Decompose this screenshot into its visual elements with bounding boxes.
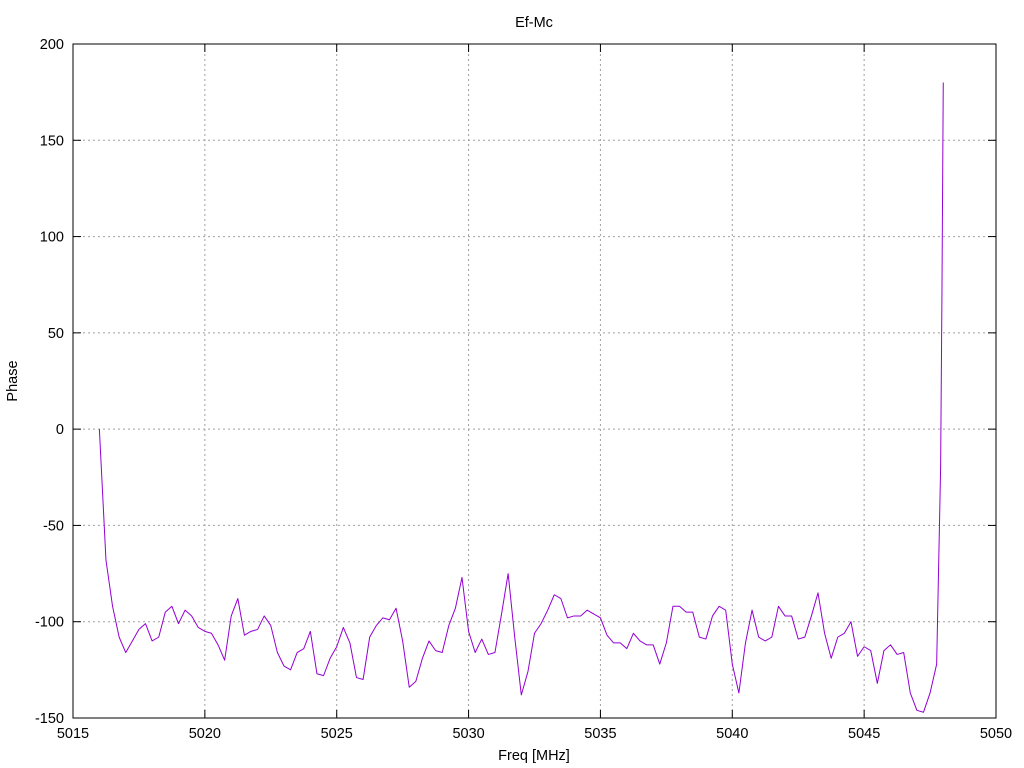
y-tick-label: -50 — [43, 518, 64, 534]
x-axis-label: Freq [MHz] — [498, 748, 570, 764]
y-tick-label: 150 — [40, 133, 64, 149]
x-tick-label: 5040 — [716, 726, 748, 742]
series-layer — [98, 82, 944, 713]
grid-lines — [73, 44, 996, 718]
y-tick-label: -100 — [35, 615, 64, 631]
x-tick-label: 5020 — [189, 726, 221, 742]
y-axis-label: Phase — [5, 360, 21, 401]
y-tick-label: 50 — [48, 326, 64, 342]
x-tick-label: 5015 — [57, 726, 89, 742]
line-chart: 5015 5020 5025 5030 5035 5040 5045 5050 -150 -100… — [5, 15, 1012, 764]
x-tick-label: 5045 — [848, 726, 880, 742]
series-line — [98, 82, 944, 713]
chart-title: Ef-Mc — [515, 15, 553, 31]
axis-ticks — [72, 43, 997, 719]
y-tick-label: 0 — [56, 422, 64, 438]
x-tick-label: 5035 — [584, 726, 616, 742]
x-tick-label: 5050 — [980, 726, 1012, 742]
plot-frame — [72, 43, 997, 719]
y-tick-label: -150 — [35, 711, 64, 727]
y-tick-label: 200 — [40, 37, 64, 53]
x-tick-label: 5030 — [452, 726, 484, 742]
x-tick-label: 5025 — [321, 726, 353, 742]
y-tick-label: 100 — [40, 230, 64, 246]
tick-labels: 5015 5020 5025 5030 5035 5040 5045 5050 -150 -100… — [35, 37, 1012, 742]
